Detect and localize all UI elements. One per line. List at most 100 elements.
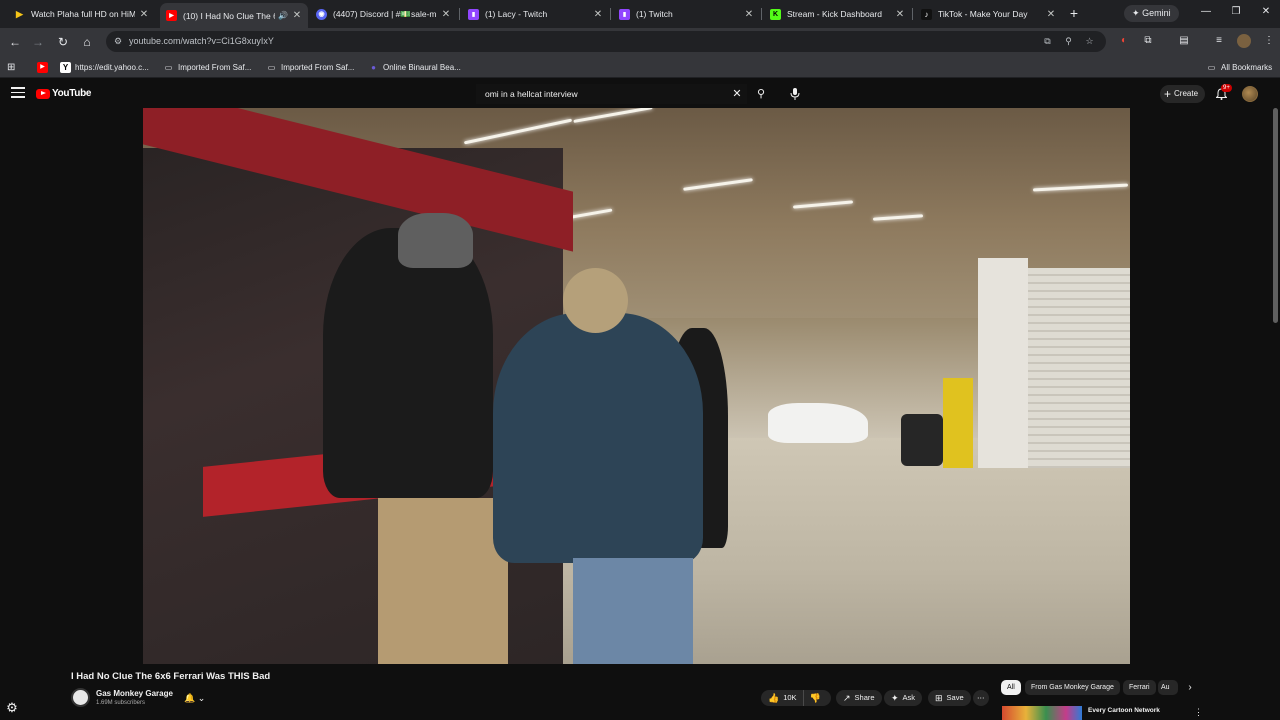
bookmark-folder[interactable]: ▭ Imported From Saf... xyxy=(163,60,252,74)
browser-toolbar: ← → ↻ ⌂ ⚙ youtube.com/watch?v=Ci1G8xuyIx… xyxy=(0,28,1280,55)
zoom-icon[interactable]: ⚲ xyxy=(1062,35,1075,48)
bookmark-folder[interactable]: ▭ Imported From Saf... xyxy=(266,60,355,74)
bookmark-youtube[interactable]: ▶ xyxy=(37,60,52,74)
address-bar[interactable]: ⚙ youtube.com/watch?v=Ci1G8xuyIxY ⧉ ⚲ ☆ xyxy=(106,31,1106,52)
close-icon[interactable]: ✕ xyxy=(139,9,149,20)
youtube-icon: ▶ xyxy=(37,61,48,73)
browser-tab[interactable]: K Stream - Kick Dashboard ✕ xyxy=(764,3,911,25)
video-frame-tire-stack xyxy=(901,414,943,466)
hamburger-menu-icon[interactable] xyxy=(11,87,25,99)
search-icon[interactable]: ⚲ xyxy=(752,85,770,103)
tab-separator xyxy=(761,8,762,20)
reload-button[interactable]: ↻ xyxy=(55,34,71,50)
site-info-icon[interactable]: ⚙ xyxy=(112,35,124,47)
forward-button[interactable]: → xyxy=(30,34,46,50)
browser-tab[interactable]: ♪ TikTok - Make Your Day ✕ xyxy=(915,3,1062,25)
extension-icon[interactable]: ◐ xyxy=(1117,34,1131,48)
close-icon[interactable]: ✕ xyxy=(744,9,754,20)
tab-title: (4407) Discord | #💵sale-m xyxy=(333,8,437,19)
ask-button[interactable]: ✦ Ask xyxy=(884,690,923,706)
minimize-button[interactable]: — xyxy=(1199,6,1213,17)
close-icon[interactable]: ✕ xyxy=(441,9,451,20)
bell-icon: 🔔 xyxy=(184,693,196,703)
chip-all[interactable]: All xyxy=(1001,680,1021,695)
himo-icon: ▶ xyxy=(16,8,23,19)
bookmark-label: Imported From Saf... xyxy=(178,62,252,72)
video-frame-rollup-door xyxy=(1028,268,1130,468)
close-window-button[interactable]: ✕ xyxy=(1259,6,1273,17)
channel-name[interactable]: Gas Monkey Garage xyxy=(96,689,173,698)
speaker-icon[interactable]: 🔊 xyxy=(278,11,288,20)
home-button[interactable]: ⌂ xyxy=(79,34,95,50)
profile-avatar[interactable] xyxy=(1237,34,1251,48)
video-frame-white-car xyxy=(768,403,868,443)
video-frame-jeans xyxy=(573,558,693,664)
gear-icon[interactable]: ⚙ xyxy=(4,700,20,716)
create-label: Create xyxy=(1174,89,1199,98)
video-frame-person xyxy=(493,313,703,563)
more-actions-button[interactable]: ⋯ xyxy=(973,690,989,706)
search-input[interactable] xyxy=(476,84,747,104)
share-label: Share xyxy=(854,693,875,702)
back-button[interactable]: ← xyxy=(7,34,23,50)
account-avatar[interactable] xyxy=(1242,86,1258,102)
tiktok-icon: ♪ xyxy=(921,8,932,20)
chevron-right-icon[interactable]: › xyxy=(1184,680,1196,695)
sparkle-icon: ✦ xyxy=(891,693,899,703)
bookmark-binaural[interactable]: ● Online Binaural Bea... xyxy=(368,60,461,74)
recommendation-thumbnail[interactable] xyxy=(1002,706,1082,720)
channel-avatar[interactable] xyxy=(71,688,90,707)
kick-icon: K xyxy=(770,8,781,20)
url-text[interactable]: youtube.com/watch?v=Ci1G8xuyIxY xyxy=(129,36,274,46)
tab-title: (1) Lacy - Twitch xyxy=(485,9,548,19)
chip-truncated[interactable]: Au xyxy=(1158,680,1178,695)
restore-button[interactable]: ❐ xyxy=(1229,6,1243,17)
video-frame-cap xyxy=(398,213,473,268)
all-bookmarks-button[interactable]: ▭ All Bookmarks xyxy=(1206,60,1272,74)
notification-count-badge: 9+ xyxy=(1221,84,1232,92)
reading-list-icon[interactable]: ▤ xyxy=(1177,34,1191,48)
like-button[interactable]: 👍 10K xyxy=(761,690,804,706)
microphone-icon[interactable] xyxy=(785,84,805,104)
tab-separator xyxy=(912,8,913,20)
install-app-icon[interactable]: ⧉ xyxy=(1041,35,1054,48)
dislike-button[interactable]: 👎 xyxy=(804,690,827,706)
browser-menu-icon[interactable]: ⋮ xyxy=(1262,34,1276,48)
close-icon[interactable]: ✕ xyxy=(1046,9,1056,20)
browser-tab[interactable]: ▮ (1) Twitch ✕ xyxy=(613,3,760,25)
save-button[interactable]: ⊞ Save xyxy=(928,690,971,706)
save-icon: ⊞ xyxy=(935,693,943,703)
youtube-masthead: YouTube ✕ ⚲ + Create 9+ xyxy=(0,79,1280,108)
close-icon[interactable]: ✕ xyxy=(593,9,603,20)
share-button[interactable]: ↗ Share xyxy=(836,690,882,706)
chip-from-channel[interactable]: From Gas Monkey Garage xyxy=(1025,680,1120,695)
new-tab-button[interactable]: + xyxy=(1066,5,1082,21)
recommendation-title[interactable]: Every Cartoon Network xyxy=(1088,707,1160,714)
browser-tab-active[interactable]: ▶ (10) I Had No Clue The 6x6 🔊 ✕ xyxy=(160,3,308,28)
page-scrollbar[interactable] xyxy=(1273,108,1278,323)
video-player[interactable] xyxy=(143,108,1130,664)
youtube-logo[interactable]: YouTube xyxy=(36,88,92,99)
subscription-bell-button[interactable]: 🔔 ⌄ xyxy=(184,691,214,705)
like-count: 10K xyxy=(783,693,797,702)
recommendation-menu-icon[interactable]: ⋮ xyxy=(1194,707,1203,718)
tab-separator xyxy=(610,8,611,20)
close-icon[interactable]: ✕ xyxy=(292,10,302,21)
youtube-icon: ▶ xyxy=(166,10,177,21)
apps-grid-icon[interactable]: ⊞ xyxy=(7,60,15,74)
browser-tab[interactable]: ▶ Watch Plaha full HD on HiMo ✕ xyxy=(8,3,155,25)
close-icon[interactable]: ✕ xyxy=(895,9,905,20)
media-controls-icon[interactable]: ≡ xyxy=(1212,34,1226,48)
create-button[interactable]: + Create xyxy=(1160,85,1206,103)
video-frame-pants xyxy=(378,498,508,664)
extensions-puzzle-icon[interactable]: ⧉ xyxy=(1141,34,1155,48)
bookmark-yahoo[interactable]: Y https://edit.yahoo.c... xyxy=(60,60,149,74)
gemini-button[interactable]: ✦ Gemini xyxy=(1124,5,1179,22)
bookmark-star-icon[interactable]: ☆ xyxy=(1083,35,1096,48)
browser-tab[interactable]: ▮ (1) Lacy - Twitch ✕ xyxy=(462,3,609,25)
tab-title: Watch Plaha full HD on HiMo xyxy=(31,9,135,19)
video-frame-yellow-lift xyxy=(943,378,973,468)
clear-search-icon[interactable]: ✕ xyxy=(731,88,743,100)
browser-tab[interactable]: ◉ (4407) Discord | #💵sale-m ✕ xyxy=(310,3,457,25)
chip-ferrari[interactable]: Ferrari xyxy=(1123,680,1156,695)
